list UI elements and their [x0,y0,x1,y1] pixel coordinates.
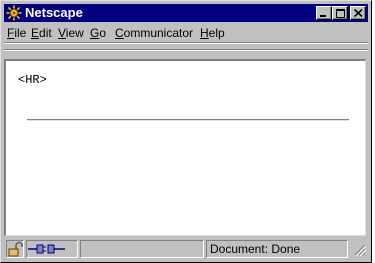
unlocked-padlock-icon [8,241,23,257]
menu-view[interactable]: View [58,26,84,40]
menubar-divider [4,42,368,44]
menu-bar: File Edit View Go Communicator Help [4,23,368,41]
menu-help[interactable]: Help [200,26,225,40]
horizontal-rule [27,119,349,121]
window-title: Netscape [25,5,83,20]
maximize-button[interactable] [332,6,348,20]
page-text: <HR> [18,73,47,87]
page-content-area[interactable]: <HR> [4,59,366,236]
close-icon [354,9,363,17]
resize-grip[interactable] [350,240,368,258]
menu-edit[interactable]: Edit [31,26,52,40]
close-button[interactable] [350,6,366,20]
progress-bar [80,240,204,258]
connection-indicator[interactable] [26,240,78,258]
resize-grip-icon [354,244,366,256]
connection-plug-icon [28,244,65,254]
title-bar[interactable]: Netscape [4,4,368,22]
status-bar: Document: Done [4,238,370,260]
menu-communicator[interactable]: Communicator [115,26,193,40]
maximize-icon [336,9,345,18]
menu-file[interactable]: File [7,26,26,40]
menu-go[interactable]: Go [90,26,106,40]
toolbar-divider [4,49,368,51]
minimize-button[interactable] [316,6,332,20]
status-text: Document: Done [206,240,348,258]
netscape-window: Netscape File Edit View Go Communicator … [0,0,372,263]
security-indicator[interactable] [6,240,24,258]
netscape-app-icon [6,5,22,21]
minimize-icon [320,15,326,17]
